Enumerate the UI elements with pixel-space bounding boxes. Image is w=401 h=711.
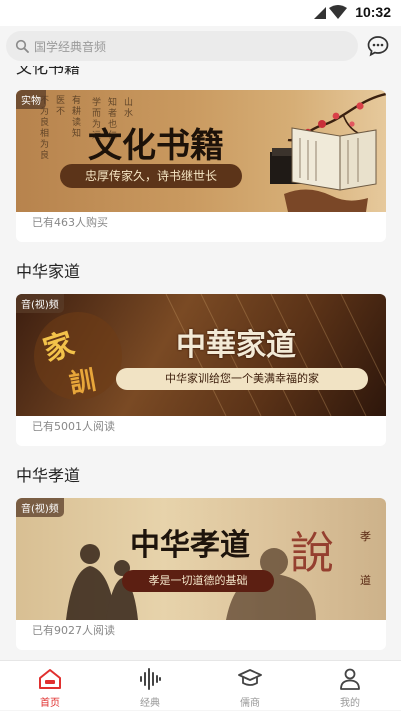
search-icon [15,39,29,53]
banner-family: 音(视)频 家 訓 中華家道 中华家训给您一个美满幸福的家 [16,294,386,416]
tab-merchant-label: 儒商 [240,698,260,709]
product-card-books[interactable]: 实物 不为良相为良 医不 有耕读知 学而为远 知者也仁 山水 文化书籍 忠厚传家… [16,90,386,242]
banner-slogan: 孝是一切道德的基础 [122,570,274,592]
signal-icon [314,7,326,19]
content-scroll[interactable]: 文化书籍 实物 不为良相为良 医不 有耕读知 学而为远 知者也仁 山水 文化书籍… [0,66,401,660]
status-time: 10:32 [355,4,391,20]
tab-classics[interactable]: 经典 [100,661,200,711]
banner-title: 中華家道 [176,328,296,363]
user-icon [340,668,360,690]
card-footer-count: 已有9027人阅读 [32,624,115,637]
tab-merchant[interactable]: 儒商 [200,661,300,711]
search-placeholder: 国学经典音频 [34,40,107,54]
wifi-icon [329,5,347,19]
product-card-filial[interactable]: 音(视)频 說 孝 道 中华孝道 孝是一切道德的基础 已有9027人阅读 [16,498,386,650]
books-illustration [270,92,386,212]
banner-slogan: 忠厚传家久，诗书继世长 [60,164,242,188]
search-row: 国学经典音频 [0,28,401,66]
banner-title: 文化书籍 [88,126,224,166]
tab-me[interactable]: 我的 [300,661,400,711]
tab-home[interactable]: 首页 [0,661,100,711]
tab-classics-label: 经典 [140,698,160,709]
graduation-cap-icon [238,669,262,686]
tab-home-label: 首页 [40,698,60,709]
search-input[interactable]: 国学经典音频 [6,31,358,61]
product-card-family[interactable]: 音(视)频 家 訓 中華家道 中华家训给您一个美满幸福的家 已有5001人阅读 [16,294,386,446]
message-icon[interactable] [366,34,390,58]
status-bar: 10:32 [0,0,401,26]
banner-filial: 音(视)频 說 孝 道 中华孝道 孝是一切道德的基础 [16,498,386,620]
home-icon [39,669,61,689]
banner-books: 实物 不为良相为良 医不 有耕读知 学而为远 知者也仁 山水 文化书籍 忠厚传家… [16,90,386,212]
banner-slogan: 中华家训给您一个美满幸福的家 [116,368,368,390]
section-title-family: 中华家道 [16,262,81,281]
section-title-filial: 中华孝道 [16,466,81,485]
card-footer-count: 已有463人购买 [32,216,108,229]
svg-text:孝: 孝 [360,530,371,543]
svg-text:說: 說 [290,528,334,579]
card-footer-count: 已有5001人阅读 [32,420,115,433]
svg-text:訓: 訓 [67,365,98,400]
audio-wave-icon [140,668,161,690]
card-tag: 实物 [16,90,46,109]
banner-title: 中华孝道 [130,528,250,563]
section-title-books: 文化书籍 [16,66,81,77]
svg-text:道: 道 [360,573,371,587]
card-tag: 音(视)频 [16,498,64,517]
tab-me-label: 我的 [340,698,360,709]
card-tag: 音(视)频 [16,294,64,313]
bottom-tab-bar: 首页 经典 儒商 我的 [0,660,401,710]
